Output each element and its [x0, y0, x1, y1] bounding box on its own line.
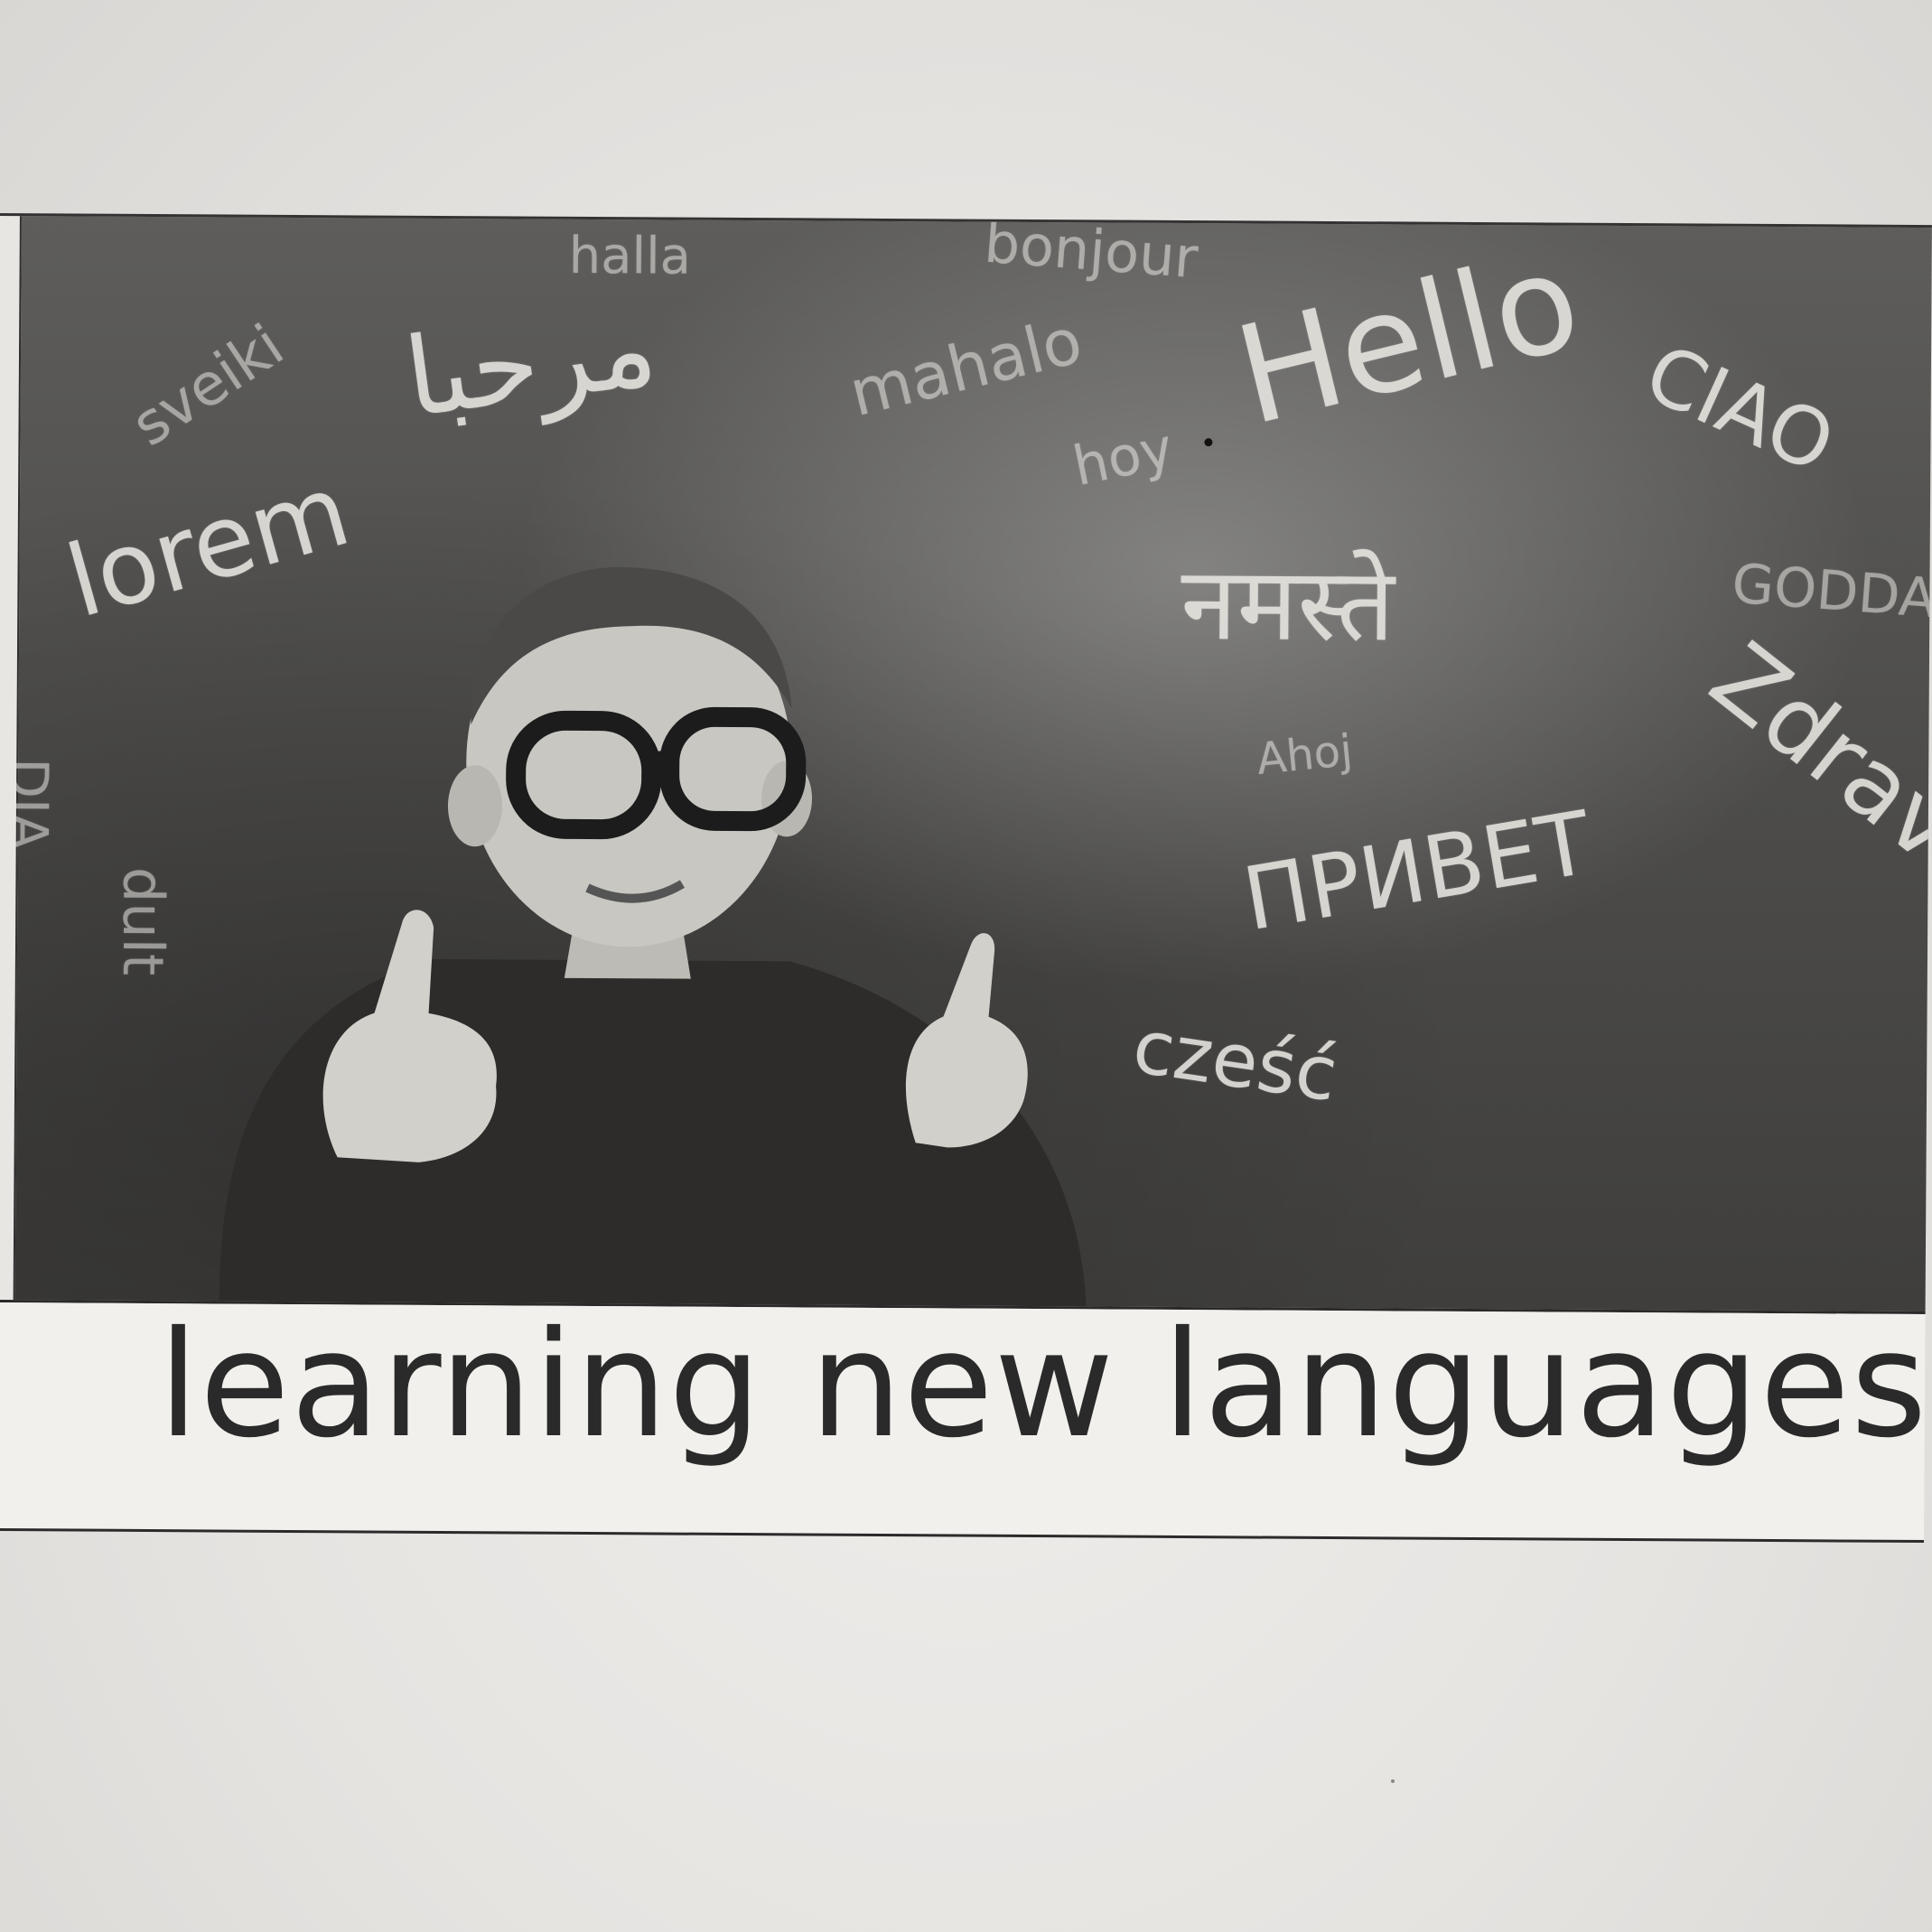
photo-caption: learning new languages — [158, 1301, 1928, 1470]
thumbs-up-right — [905, 933, 1028, 1148]
child-with-glasses-icon — [219, 566, 1087, 1307]
dust-speck — [1204, 438, 1213, 447]
chalkboard-photo: halla bonjour Hello mahalo hoy مرحبا lor… — [0, 212, 1932, 1315]
thumbs-up-left — [322, 910, 497, 1162]
dust-speck — [1391, 1779, 1395, 1783]
